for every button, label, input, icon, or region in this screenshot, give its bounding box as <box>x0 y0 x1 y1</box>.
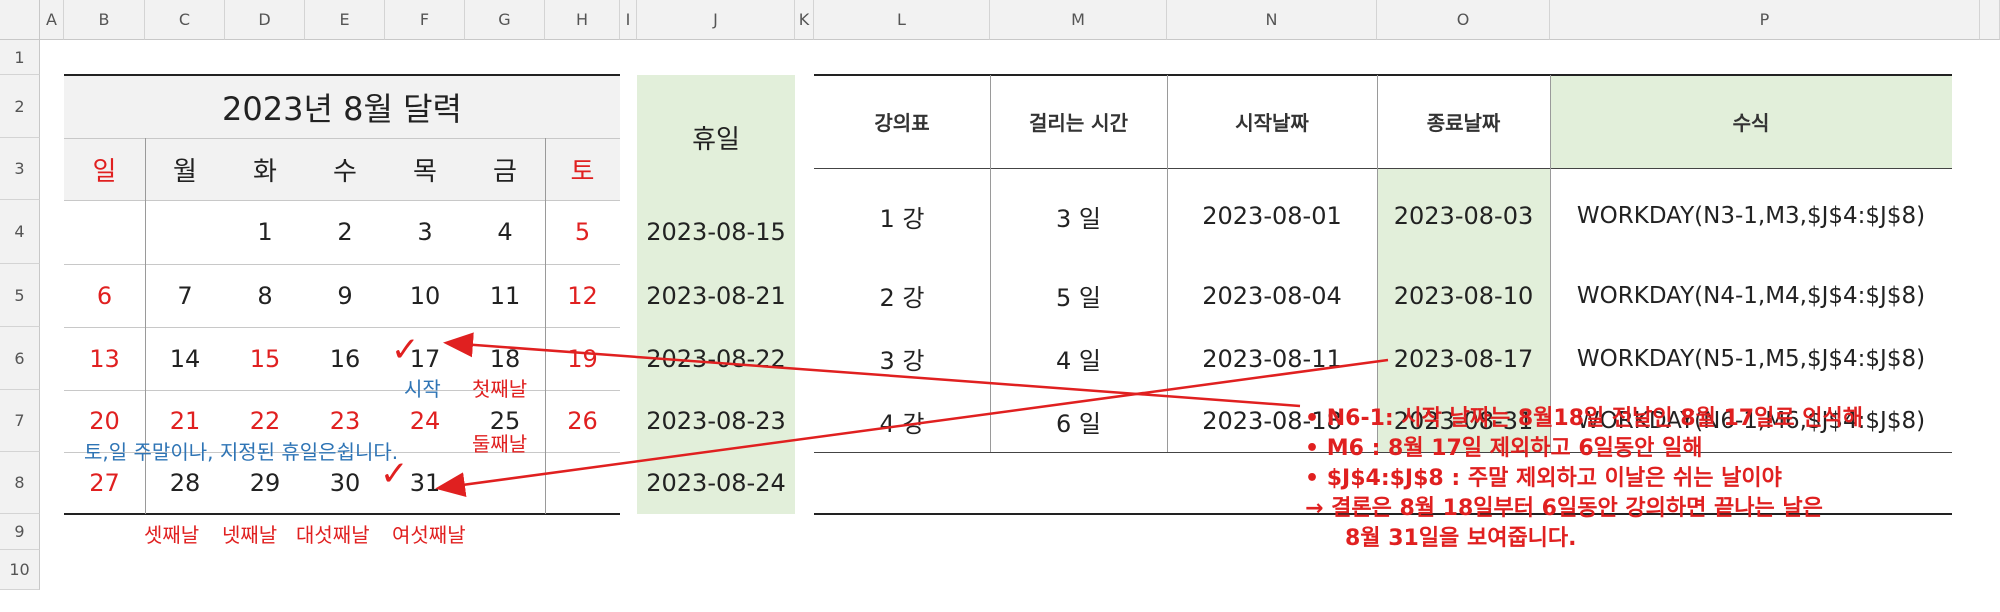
red-arrow <box>435 358 1389 498</box>
red-arrow <box>443 332 1301 408</box>
arrow-overlay <box>435 332 1389 498</box>
